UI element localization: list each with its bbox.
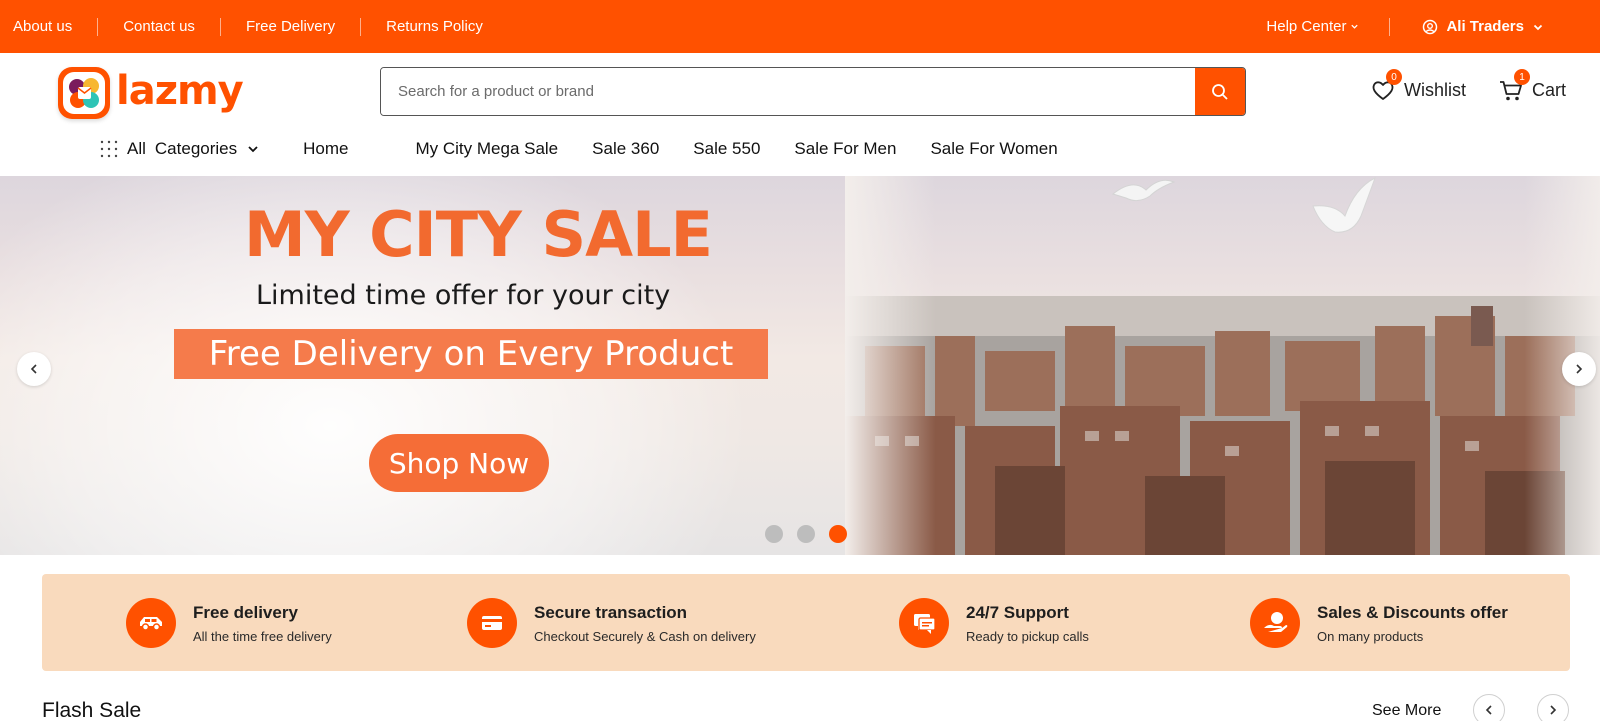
hero-subtitle: Limited time offer for your city xyxy=(256,280,671,311)
slide-dot-3[interactable] xyxy=(829,525,847,543)
feature-subtitle: On many products xyxy=(1317,628,1424,644)
all-categories-dropdown[interactable]: All Categories xyxy=(100,139,260,159)
nav-my-city-mega-sale[interactable]: My City Mega Sale xyxy=(415,139,558,159)
feature-sales-discounts: Sales & Discounts offer On many products xyxy=(1250,598,1508,648)
about-us-link[interactable]: About us xyxy=(13,18,72,35)
chevron-left-icon xyxy=(1485,705,1492,715)
categories-label: Categories xyxy=(154,139,238,158)
chevron-down-icon xyxy=(1351,24,1359,29)
account-dropdown[interactable]: Ali Traders xyxy=(1422,18,1544,35)
divider xyxy=(360,17,362,36)
chevron-down-icon xyxy=(248,146,258,153)
feature-title: Sales & Discounts offer xyxy=(1317,602,1508,622)
feature-title: Free delivery xyxy=(193,602,298,622)
divider xyxy=(1389,17,1391,36)
grid-dots-icon xyxy=(100,140,118,158)
hero-offer-band: Free Delivery on Every Product xyxy=(174,329,768,379)
hero-banner[interactable]: MY CITY SALE Limited time offer for your… xyxy=(0,176,1600,555)
flash-next-button[interactable] xyxy=(1537,694,1569,721)
chevron-down-icon xyxy=(1533,24,1543,30)
chat-icon xyxy=(899,598,949,648)
search-bar xyxy=(380,67,1246,116)
wishlist-count-badge: 0 xyxy=(1386,69,1402,85)
slide-indicators xyxy=(765,525,847,543)
chevron-left-icon xyxy=(30,364,37,374)
flash-prev-button[interactable] xyxy=(1473,694,1505,721)
nav-sale-for-men[interactable]: Sale For Men xyxy=(794,139,896,159)
returns-policy-link[interactable]: Returns Policy xyxy=(386,18,483,35)
feature-title: Secure transaction xyxy=(534,602,688,622)
cart-button[interactable]: 1 Cart xyxy=(1497,69,1567,104)
cart-icon-wrap: 1 xyxy=(1497,69,1530,104)
contact-us-link[interactable]: Contact us xyxy=(123,18,195,35)
chevron-right-icon xyxy=(1550,705,1557,715)
categories-prefix: All xyxy=(127,139,146,158)
top-right: Help Center Ali Traders xyxy=(1266,0,1600,53)
top-bar: About us Contact us Free Delivery Return… xyxy=(0,0,1600,53)
card-icon xyxy=(467,598,517,648)
dove-icon xyxy=(1312,176,1376,233)
nav-sale-550[interactable]: Sale 550 xyxy=(693,139,760,159)
search-button[interactable] xyxy=(1195,68,1245,115)
slide-dot-2[interactable] xyxy=(797,525,815,543)
slide-dot-1[interactable] xyxy=(765,525,783,543)
flash-sale-title: Flash Sale xyxy=(42,699,142,721)
offer-hand-icon xyxy=(1250,598,1300,648)
city-skyline-image xyxy=(845,176,1600,555)
hero-title: MY CITY SALE xyxy=(244,198,713,271)
feature-subtitle: Ready to pickup calls xyxy=(966,628,1089,644)
divider xyxy=(219,17,221,36)
chevron-right-icon xyxy=(1576,364,1583,374)
site-logo[interactable]: lazmy xyxy=(58,67,244,119)
user-circle-icon xyxy=(1423,19,1438,34)
help-center-dropdown[interactable]: Help Center xyxy=(1266,18,1359,35)
help-center-label: Help Center xyxy=(1266,18,1347,35)
features-strip: Free delivery All the time free delivery… xyxy=(42,574,1570,671)
cart-count-badge: 1 xyxy=(1514,69,1530,85)
main-nav: All Categories Home My City Mega Sale Sa… xyxy=(100,136,1092,162)
hero-prev-button[interactable] xyxy=(17,352,51,386)
feature-secure-transaction: Secure transaction Checkout Securely & C… xyxy=(467,598,756,648)
car-icon xyxy=(126,598,176,648)
feature-subtitle: All the time free delivery xyxy=(193,628,332,644)
nav-sale-for-women[interactable]: Sale For Women xyxy=(930,139,1057,159)
wishlist-label: Wishlist xyxy=(1404,79,1466,100)
feature-title: 24/7 Support xyxy=(966,602,1069,622)
dove-icon xyxy=(1111,179,1176,202)
feature-support: 24/7 Support Ready to pickup calls xyxy=(899,598,1089,648)
logo-text: lazmy xyxy=(116,68,244,114)
feature-subtitle: Checkout Securely & Cash on delivery xyxy=(534,628,756,644)
cart-label: Cart xyxy=(1532,79,1567,100)
search-input[interactable] xyxy=(381,68,1195,115)
account-name: Ali Traders xyxy=(1446,18,1524,35)
feature-free-delivery: Free delivery All the time free delivery xyxy=(126,598,332,648)
search-icon xyxy=(1212,83,1228,100)
wishlist-icon-wrap: 0 xyxy=(1369,69,1402,104)
top-links: About us Contact us Free Delivery Return… xyxy=(13,0,483,53)
hero-next-button[interactable] xyxy=(1562,352,1596,386)
wishlist-button[interactable]: 0 Wishlist xyxy=(1369,69,1466,104)
divider xyxy=(97,17,99,36)
logo-mark-icon xyxy=(58,67,110,119)
nav-home[interactable]: Home xyxy=(303,139,348,159)
see-more-link[interactable]: See More xyxy=(1372,702,1441,720)
shop-now-button[interactable]: Shop Now xyxy=(369,434,549,492)
free-delivery-link[interactable]: Free Delivery xyxy=(246,18,335,35)
nav-sale-360[interactable]: Sale 360 xyxy=(592,139,659,159)
